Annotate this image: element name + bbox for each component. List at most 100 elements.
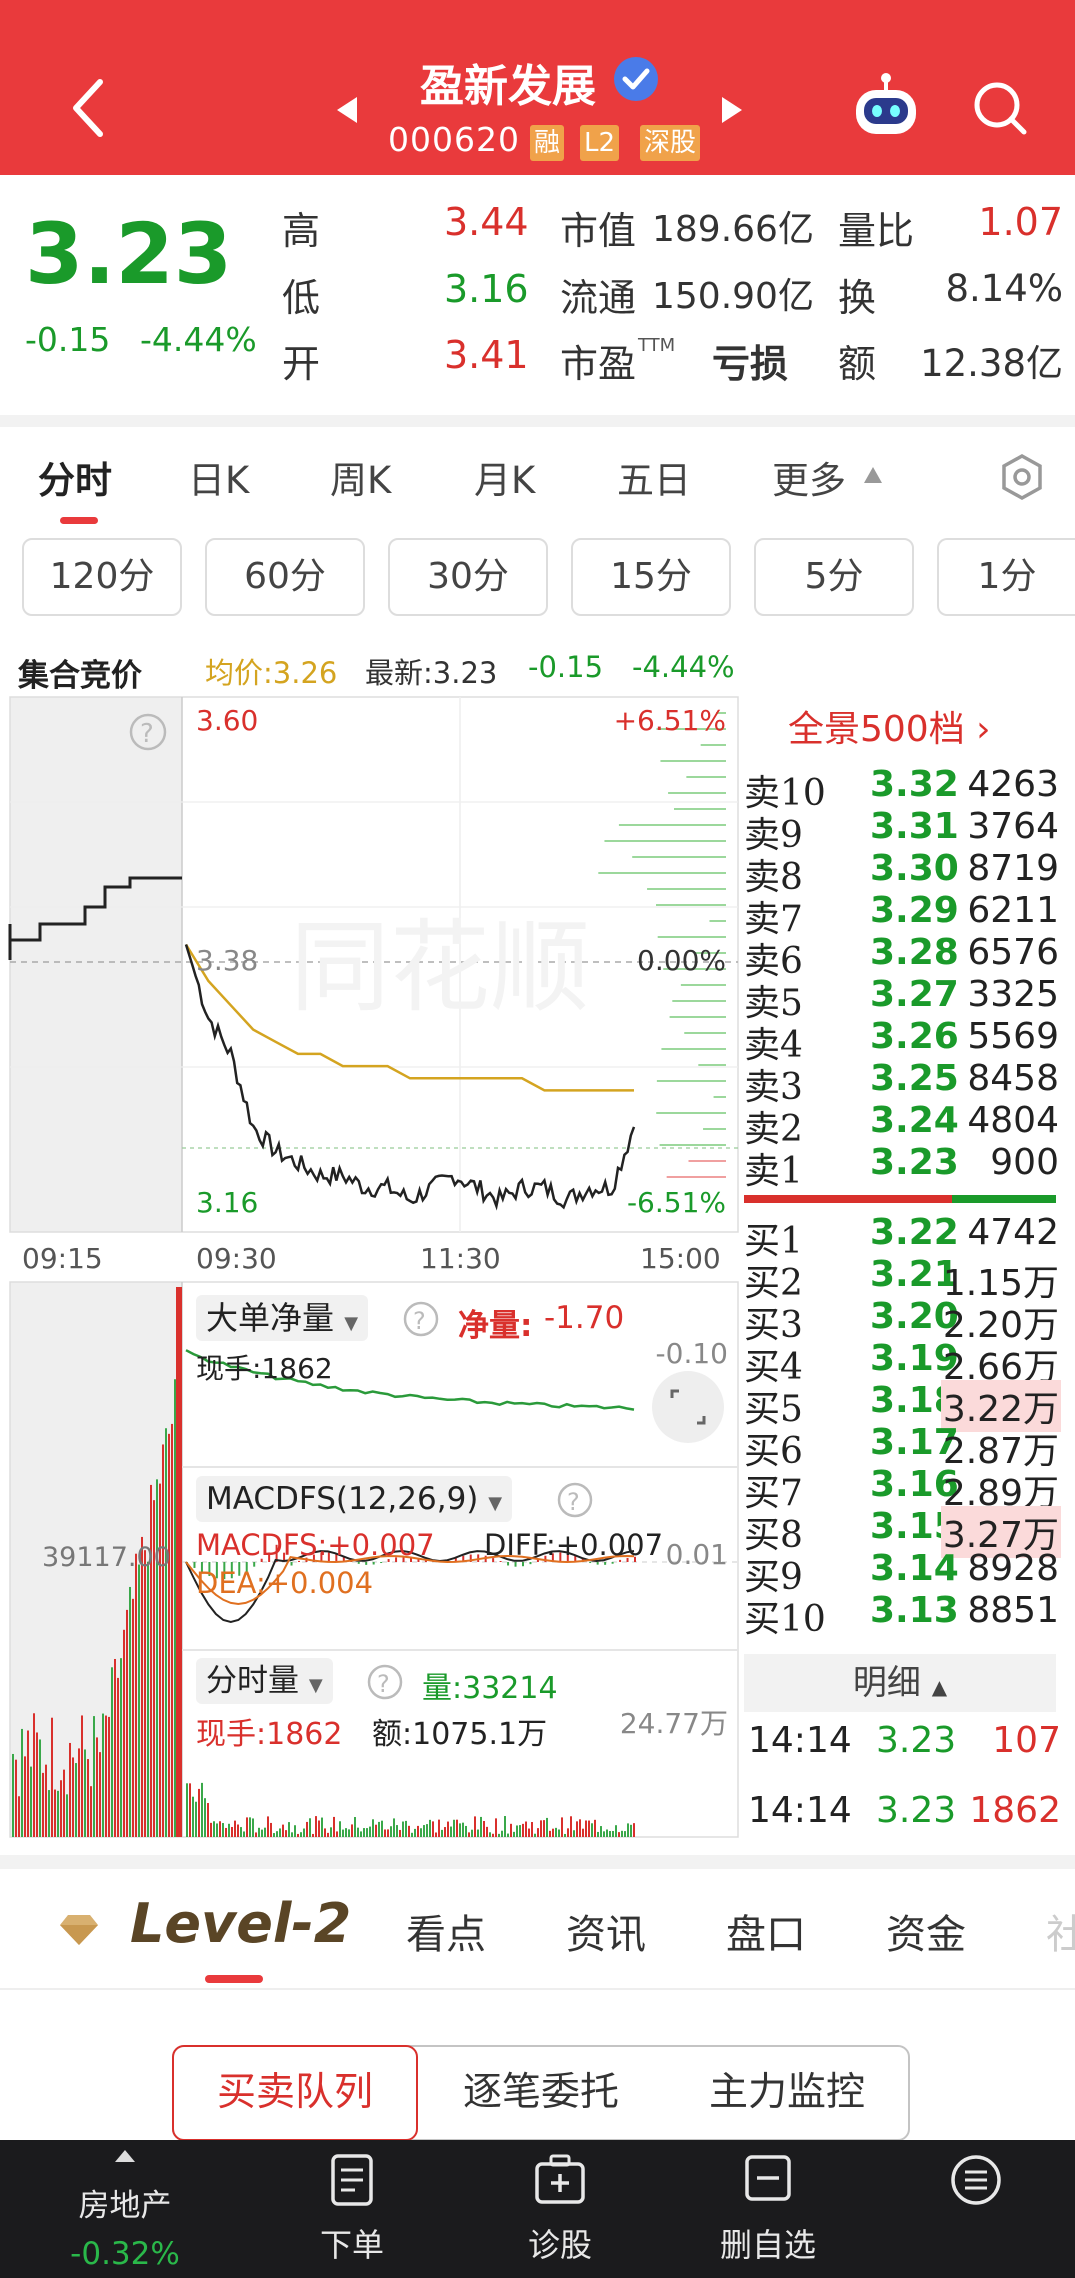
tab-five-day[interactable]: 五日	[617, 450, 691, 504]
macd-bar	[514, 1562, 517, 1567]
period-1m[interactable]: 1分	[937, 538, 1075, 616]
depth-bar	[632, 856, 726, 858]
tab-level2[interactable]: Level-2	[130, 1892, 351, 1955]
depth-bar	[684, 1032, 726, 1034]
subtab-main-force[interactable]: 主力监控	[664, 2047, 910, 2139]
macd-help-icon[interactable]: ?	[556, 1481, 594, 1519]
auction-volume-bar	[150, 1484, 152, 1837]
volume-bar	[312, 1833, 314, 1837]
bid-level-row[interactable]: 买8 3.15 3.27万	[740, 1506, 1075, 1558]
ask-level-row[interactable]: 卖9 3.31 3764	[740, 806, 1075, 856]
period-5m[interactable]: 5分	[754, 538, 914, 616]
open-label: 开	[282, 342, 321, 386]
period-30m[interactable]: 30分	[388, 538, 548, 616]
tab-more[interactable]: 更多	[772, 450, 846, 504]
current-price: 3.23	[25, 205, 233, 303]
macd-selector[interactable]: MACDFS(12,26,9) ▼	[196, 1476, 513, 1522]
ask-level-row[interactable]: 卖6 3.28 6576	[740, 932, 1075, 982]
volume-scale: 24.77万	[619, 1707, 728, 1740]
period-120m[interactable]: 120分	[22, 538, 182, 616]
tab-community[interactable]: 社	[1046, 1902, 1075, 1960]
price-change-pct: -4.44%	[140, 320, 257, 359]
buy-pressure-bar	[952, 1195, 1056, 1203]
big-order-selector[interactable]: 大单净量 ▼	[196, 1295, 369, 1341]
ask-level-row[interactable]: 卖5 3.27 3325	[740, 974, 1075, 1024]
bid-level-row[interactable]: 买7 3.16 2.89万	[740, 1464, 1075, 1514]
ask-level-row[interactable]: 卖1 3.23 900	[740, 1142, 1075, 1192]
tab-news[interactable]: 资讯	[566, 1902, 646, 1960]
volume-bar	[447, 1821, 449, 1837]
ask-level-label: 卖1	[744, 1151, 803, 1192]
period-15m[interactable]: 15分	[571, 538, 731, 616]
bid-level-row[interactable]: 买6 3.17 2.87万	[740, 1422, 1075, 1472]
nav-order[interactable]: 下单	[252, 2140, 452, 2278]
nav-remove-watchlist[interactable]: 删自选	[668, 2140, 868, 2278]
tab-weekly-k[interactable]: 周K	[330, 450, 391, 504]
intraday-chart[interactable]: 同花顺 ? 3.60 3.38 3.16 +6.51% 0.00% -6.51%…	[0, 692, 740, 1847]
tab-highlights[interactable]: 看点	[406, 1902, 486, 1960]
back-icon[interactable]	[68, 78, 108, 138]
bid-level-row[interactable]: 买2 3.21 1.15万	[740, 1254, 1075, 1304]
y-mid-label: 3.38	[196, 944, 259, 977]
big-order-hand: 现手:1862	[196, 1352, 333, 1385]
dropdown-caret-icon: ▼	[308, 1675, 323, 1696]
ask-level-price: 3.32	[870, 764, 959, 805]
search-icon[interactable]	[970, 78, 1030, 138]
auction-volume-bar	[126, 1609, 128, 1837]
full-depth-link[interactable]: 全景500档 ›	[788, 700, 991, 752]
tab-funds[interactable]: 资金	[886, 1902, 966, 1960]
tab-intraday[interactable]: 分时	[38, 450, 112, 504]
nav-sector[interactable]: 房地产 -0.32%	[25, 2140, 225, 2278]
remove-watchlist-icon	[745, 2155, 791, 2201]
depth-bar	[618, 824, 726, 826]
macd-bar	[507, 1562, 510, 1566]
period-60m[interactable]: 60分	[205, 538, 365, 616]
medical-kit-icon	[535, 2154, 585, 2204]
volume-help-icon[interactable]: ?	[366, 1663, 404, 1701]
nav-diagnose[interactable]: 诊股	[460, 2140, 660, 2278]
ask-level-row[interactable]: 卖3 3.25 8458	[740, 1058, 1075, 1108]
volume-bar	[339, 1821, 341, 1837]
detail-toggle[interactable]: 明细 ▲	[744, 1654, 1056, 1712]
ask-level-row[interactable]: 卖7 3.29 6211	[740, 890, 1075, 940]
ask-level-row[interactable]: 卖10 3.32 4263	[740, 764, 1075, 814]
prev-stock-icon[interactable]	[335, 95, 359, 125]
tab-monthly-k[interactable]: 月K	[474, 450, 535, 504]
big-order-help-icon[interactable]: ?	[402, 1300, 440, 1338]
ask-level-price: 3.29	[870, 890, 959, 931]
auction-volume-bar	[36, 1732, 38, 1837]
bid-level-row[interactable]: 买1 3.22 4742	[740, 1212, 1075, 1262]
auction-volume-bar	[18, 1796, 20, 1837]
ask-level-row[interactable]: 卖2 3.24 4804	[740, 1100, 1075, 1150]
volume-bar	[414, 1828, 416, 1837]
volume-bar	[612, 1830, 614, 1837]
fullscreen-icon[interactable]	[652, 1371, 724, 1443]
volume-bar	[579, 1819, 581, 1837]
menu-icon[interactable]	[948, 2152, 1004, 2208]
volume-bar	[483, 1820, 485, 1837]
avg-price: 均价:3.26	[205, 656, 338, 690]
ask-level-price: 3.28	[870, 932, 959, 973]
ask-level-row[interactable]: 卖8 3.30 8719	[740, 848, 1075, 898]
volume-selector[interactable]: 分时量 ▼	[196, 1658, 333, 1704]
robot-assistant-icon[interactable]	[850, 70, 922, 138]
subtab-queue[interactable]: 买卖队列	[172, 2045, 418, 2141]
volume-bar	[627, 1823, 629, 1837]
bid-level-row[interactable]: 买10 3.13 8851	[740, 1590, 1075, 1640]
tab-market-depth[interactable]: 盘口	[726, 1902, 806, 1960]
settings-icon[interactable]	[998, 453, 1046, 501]
volume-bar	[615, 1825, 617, 1837]
caret-up-icon	[864, 467, 882, 483]
bid-level-row[interactable]: 买4 3.19 2.66万	[740, 1338, 1075, 1388]
subtab-tick-orders[interactable]: 逐笔委托	[418, 2047, 664, 2139]
auction-volume-bar	[144, 1550, 146, 1837]
bid-level-row[interactable]: 买5 3.18 3.22万	[740, 1380, 1075, 1432]
ask-level-row[interactable]: 卖4 3.26 5569	[740, 1016, 1075, 1066]
bid-level-row[interactable]: 买9 3.14 8928	[740, 1548, 1075, 1598]
intraday-info-bar: 集合竞价 均价:3.26 最新:3.23 -0.15 -4.44%	[0, 640, 740, 694]
bid-level-row[interactable]: 买3 3.20 2.20万	[740, 1296, 1075, 1346]
tab-daily-k[interactable]: 日K	[188, 450, 249, 504]
next-stock-icon[interactable]	[720, 95, 744, 125]
trade-time: 14:14	[748, 1720, 852, 1761]
volume-bar	[384, 1829, 386, 1837]
